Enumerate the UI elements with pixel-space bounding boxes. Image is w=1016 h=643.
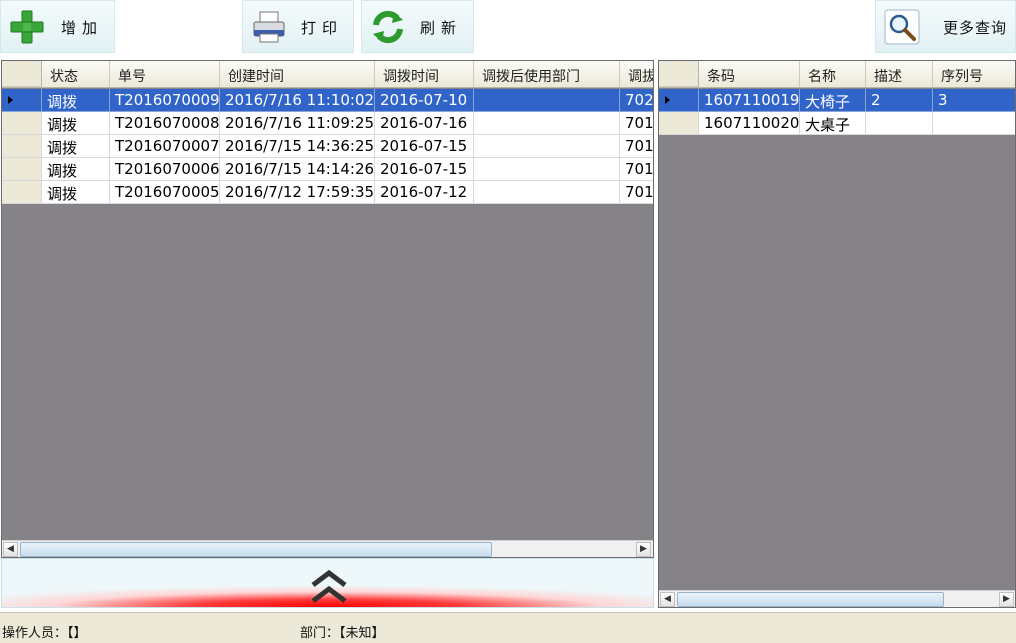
- cell-dept: [474, 112, 620, 135]
- cell-barcode: 1607110019: [699, 89, 800, 112]
- refresh-icon: [373, 10, 403, 44]
- add-button-label: 增加: [61, 19, 104, 37]
- cell-number: T2016070006: [110, 158, 220, 181]
- cell-transfer-date: 2016-07-15: [375, 158, 474, 181]
- table-row[interactable]: 1607110019 大椅子 2 3: [659, 89, 1015, 112]
- cell-created: 2016/7/12 17:59:35: [220, 181, 375, 204]
- cell-number: T2016070008: [110, 112, 220, 135]
- column-header-created[interactable]: 创建时间: [220, 61, 375, 87]
- cell-created: 2016/7/15 14:36:25: [220, 135, 375, 158]
- row-selector[interactable]: [659, 89, 699, 112]
- table-row[interactable]: 调拨 T2016070009 2016/7/16 11:10:02 2016-0…: [2, 89, 653, 112]
- row-selector[interactable]: [2, 89, 42, 112]
- more-query-button[interactable]: 更多查询: [875, 0, 1016, 53]
- row-selector[interactable]: [2, 181, 42, 204]
- cell-status: 调拨: [42, 112, 110, 135]
- table-row[interactable]: 调拨 T2016070005 2016/7/12 17:59:35 2016-0…: [2, 181, 653, 204]
- cell-extra: 701: [620, 135, 653, 158]
- column-header-name[interactable]: 名称: [800, 61, 866, 87]
- collapse-panel-button[interactable]: [1, 558, 654, 608]
- cell-dept: [474, 181, 620, 204]
- magnifier-icon: [884, 9, 920, 45]
- cell-created: 2016/7/15 14:14:26: [220, 158, 375, 181]
- cell-dept: [474, 89, 620, 112]
- cell-desc: [866, 112, 933, 135]
- refresh-button[interactable]: 刷新: [361, 0, 474, 53]
- column-header-status[interactable]: 状态: [42, 61, 110, 87]
- print-button-label: 打印: [301, 19, 344, 37]
- cell-barcode: 1607110020: [699, 112, 800, 135]
- cell-extra: 701: [620, 112, 653, 135]
- table-row[interactable]: 1607110020 大桌子: [659, 112, 1015, 135]
- operator-status: 操作人员：【】: [2, 626, 87, 641]
- cell-transfer-date: 2016-07-10: [375, 89, 474, 112]
- print-button[interactable]: 打印: [242, 0, 354, 53]
- table-row[interactable]: 调拨 T2016070007 2016/7/15 14:36:25 2016-0…: [2, 135, 653, 158]
- department-status: 部门：【未知】: [300, 626, 385, 641]
- cell-created: 2016/7/16 11:10:02: [220, 89, 375, 112]
- cell-dept: [474, 135, 620, 158]
- column-header-desc[interactable]: 描述: [866, 61, 933, 87]
- cell-status: 调拨: [42, 89, 110, 112]
- refresh-button-label: 刷新: [420, 19, 463, 37]
- cell-dept: [474, 158, 620, 181]
- toolbar: 增加 打印 刷新 更多查询: [0, 0, 1016, 56]
- cell-extra: 701: [620, 181, 653, 204]
- scrollbar-thumb[interactable]: [20, 542, 492, 557]
- cell-transfer-date: 2016-07-16: [375, 112, 474, 135]
- column-header-extra[interactable]: 调拔: [620, 61, 653, 87]
- scroll-right-button[interactable]: ▶: [999, 592, 1014, 607]
- column-header-barcode[interactable]: 条码: [699, 61, 800, 87]
- double-chevron-up-icon: [311, 569, 347, 603]
- table-row[interactable]: 调拨 T2016070008 2016/7/16 11:09:25 2016-0…: [2, 112, 653, 135]
- more-query-button-label: 更多查询: [943, 19, 1008, 37]
- transfer-list-grid[interactable]: 状态 单号 创建时间 调拨时间 调拨后使用部门 调拔 调拨 T201607000…: [1, 60, 654, 558]
- cell-name: 大椅子: [800, 89, 866, 112]
- column-header-serial[interactable]: 序列号: [933, 61, 1015, 87]
- cell-extra: 702: [620, 89, 653, 112]
- plus-icon: [10, 10, 44, 44]
- cell-number: T2016070007: [110, 135, 220, 158]
- cell-extra: 701: [620, 158, 653, 181]
- scroll-left-button[interactable]: ◀: [660, 592, 675, 607]
- current-row-arrow-icon: [665, 96, 670, 104]
- cell-created: 2016/7/16 11:09:25: [220, 112, 375, 135]
- row-selector[interactable]: [2, 112, 42, 135]
- scroll-right-button[interactable]: ▶: [636, 542, 651, 557]
- scroll-left-button[interactable]: ◀: [3, 542, 18, 557]
- row-selector[interactable]: [2, 135, 42, 158]
- column-header-transfer-date[interactable]: 调拨时间: [375, 61, 474, 87]
- item-detail-grid[interactable]: 条码 名称 描述 序列号 1607110019 大椅子 2 3 16071100…: [658, 60, 1016, 608]
- row-selector[interactable]: [2, 158, 42, 181]
- horizontal-scrollbar[interactable]: ◀ ▶: [659, 590, 1015, 607]
- status-bar: 操作人员：【】 部门：【未知】: [0, 612, 1016, 643]
- current-row-arrow-icon: [8, 96, 13, 104]
- table-row[interactable]: 调拨 T2016070006 2016/7/15 14:14:26 2016-0…: [2, 158, 653, 181]
- cell-status: 调拨: [42, 135, 110, 158]
- cell-name: 大桌子: [800, 112, 866, 135]
- add-button[interactable]: 增加: [0, 0, 115, 53]
- column-header-dept[interactable]: 调拨后使用部门: [474, 61, 620, 87]
- cell-number: T2016070005: [110, 181, 220, 204]
- printer-icon: [253, 11, 285, 43]
- cell-transfer-date: 2016-07-12: [375, 181, 474, 204]
- cell-transfer-date: 2016-07-15: [375, 135, 474, 158]
- transfer-grid-header: 状态 单号 创建时间 调拨时间 调拨后使用部门 调拔: [2, 61, 653, 88]
- row-header-corner: [2, 61, 42, 87]
- cell-status: 调拨: [42, 158, 110, 181]
- column-header-number[interactable]: 单号: [110, 61, 220, 87]
- scrollbar-thumb[interactable]: [677, 592, 944, 607]
- item-grid-header: 条码 名称 描述 序列号: [659, 61, 1015, 88]
- row-selector[interactable]: [659, 112, 699, 135]
- row-header-corner: [659, 61, 699, 87]
- horizontal-scrollbar[interactable]: ◀ ▶: [2, 540, 653, 557]
- cell-serial: 3: [933, 89, 1015, 112]
- cell-status: 调拨: [42, 181, 110, 204]
- cell-serial: [933, 112, 1015, 135]
- cell-number: T2016070009: [110, 89, 220, 112]
- cell-desc: 2: [866, 89, 933, 112]
